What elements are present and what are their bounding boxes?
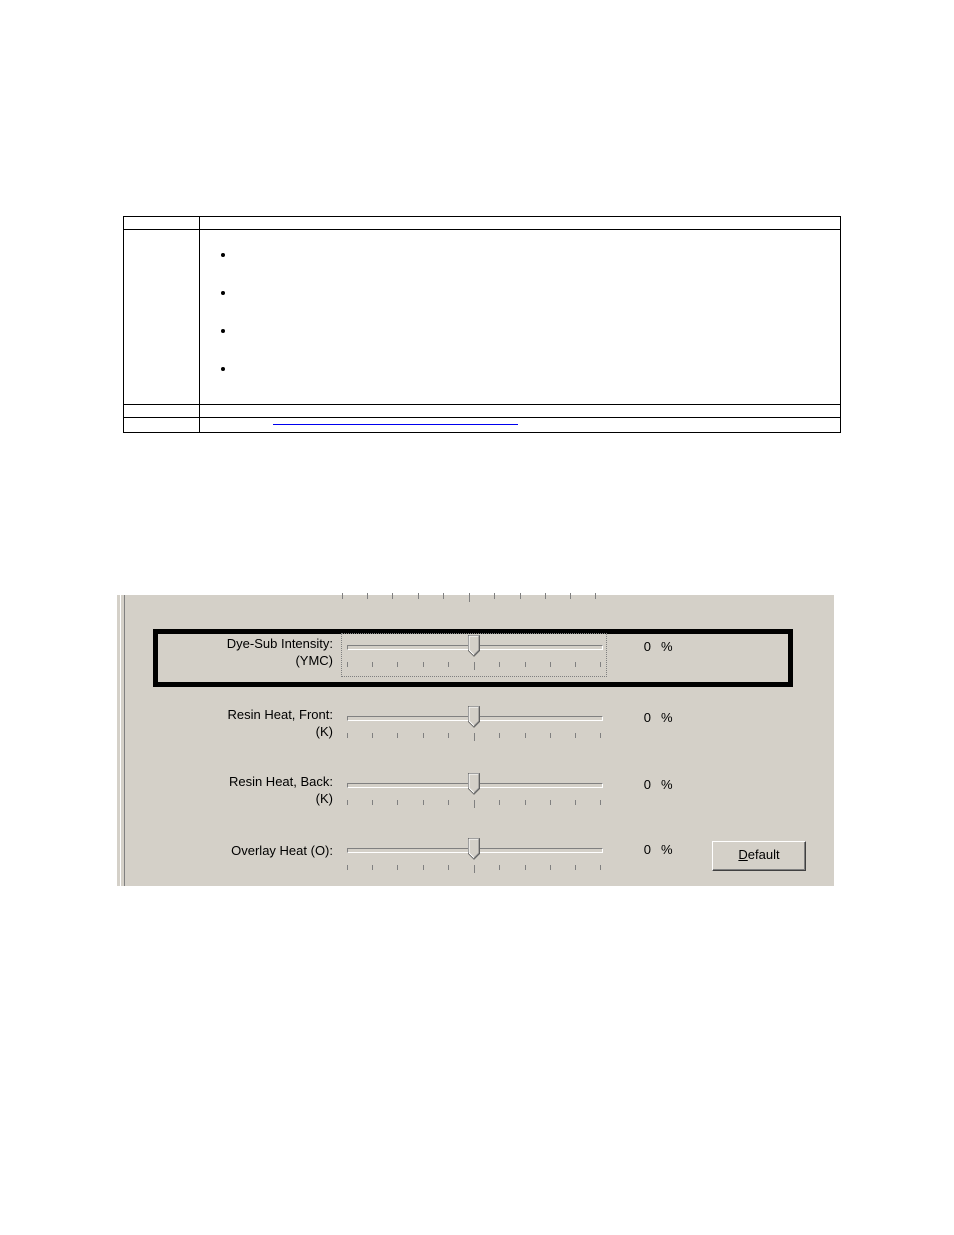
slider-thumb[interactable] bbox=[468, 773, 480, 795]
table-row bbox=[124, 230, 841, 405]
resin-heat-front-slider[interactable] bbox=[347, 710, 601, 750]
resin-heat-back-slider[interactable] bbox=[347, 777, 601, 817]
label-line2: (K) bbox=[163, 790, 333, 807]
row2-label bbox=[124, 230, 200, 405]
slider-value: 0 bbox=[631, 710, 651, 725]
slider-thumb[interactable] bbox=[468, 635, 480, 657]
label-line2: (K) bbox=[163, 723, 333, 740]
row4-label bbox=[124, 418, 200, 433]
row1-content bbox=[200, 217, 841, 230]
label-line1: Dye-Sub Intensity: bbox=[227, 636, 333, 651]
label-line1: Overlay Heat (O): bbox=[231, 843, 333, 858]
default-button[interactable]: Default bbox=[712, 841, 806, 871]
row4-content bbox=[200, 418, 841, 433]
percent-sign: % bbox=[661, 777, 673, 792]
slider-label: Overlay Heat (O): bbox=[163, 842, 333, 886]
table-row bbox=[124, 217, 841, 230]
bullet-item bbox=[236, 360, 832, 376]
label-line2: (YMC) bbox=[163, 652, 333, 669]
slider-value: 0 bbox=[631, 777, 651, 792]
dialog-panel: Dye-Sub Intensity: (YMC) bbox=[116, 594, 835, 887]
default-rest: efault bbox=[748, 847, 780, 862]
slider-row-resin-front: Resin Heat, Front: (K) bbox=[163, 706, 811, 756]
slider-thumb[interactable] bbox=[468, 838, 480, 860]
slider-value: 0 bbox=[631, 842, 651, 857]
slider-label: Resin Heat, Front: (K) bbox=[163, 706, 333, 750]
slider-ticks bbox=[347, 865, 601, 873]
dialog-screenshot: Dye-Sub Intensity: (YMC) bbox=[116, 594, 835, 887]
bullet-item bbox=[236, 246, 832, 262]
table-row bbox=[124, 405, 841, 418]
slider-thumb[interactable] bbox=[468, 706, 480, 728]
prev-slider-ticks bbox=[342, 593, 596, 603]
overlay-heat-slider[interactable] bbox=[347, 842, 601, 882]
row3-label bbox=[124, 405, 200, 418]
label-line1: Resin Heat, Back: bbox=[229, 774, 333, 789]
slider-row-resin-back: Resin Heat, Back: (K) bbox=[163, 773, 811, 823]
bullet-item bbox=[236, 284, 832, 300]
doc-table bbox=[123, 216, 841, 433]
dye-sub-intensity-slider[interactable] bbox=[347, 639, 601, 679]
slider-label: Dye-Sub Intensity: (YMC) bbox=[163, 635, 333, 679]
bullet-item bbox=[236, 322, 832, 338]
default-mnemonic: D bbox=[738, 847, 747, 862]
table-row bbox=[124, 418, 841, 433]
label-line1: Resin Heat, Front: bbox=[228, 707, 334, 722]
slider-row-dye-sub: Dye-Sub Intensity: (YMC) bbox=[163, 635, 811, 685]
percent-sign: % bbox=[661, 639, 673, 654]
groupbox-left-edge bbox=[120, 595, 125, 886]
slider-label: Resin Heat, Back: (K) bbox=[163, 773, 333, 817]
slider-ticks bbox=[347, 733, 601, 741]
slider-value: 0 bbox=[631, 639, 651, 654]
row2-bullets bbox=[236, 246, 832, 376]
percent-sign: % bbox=[661, 842, 673, 857]
row1-label bbox=[124, 217, 200, 230]
row2-content bbox=[200, 230, 841, 405]
slider-ticks bbox=[347, 800, 601, 808]
row3-content bbox=[200, 405, 841, 418]
percent-sign: % bbox=[661, 710, 673, 725]
slider-ticks bbox=[347, 662, 601, 670]
